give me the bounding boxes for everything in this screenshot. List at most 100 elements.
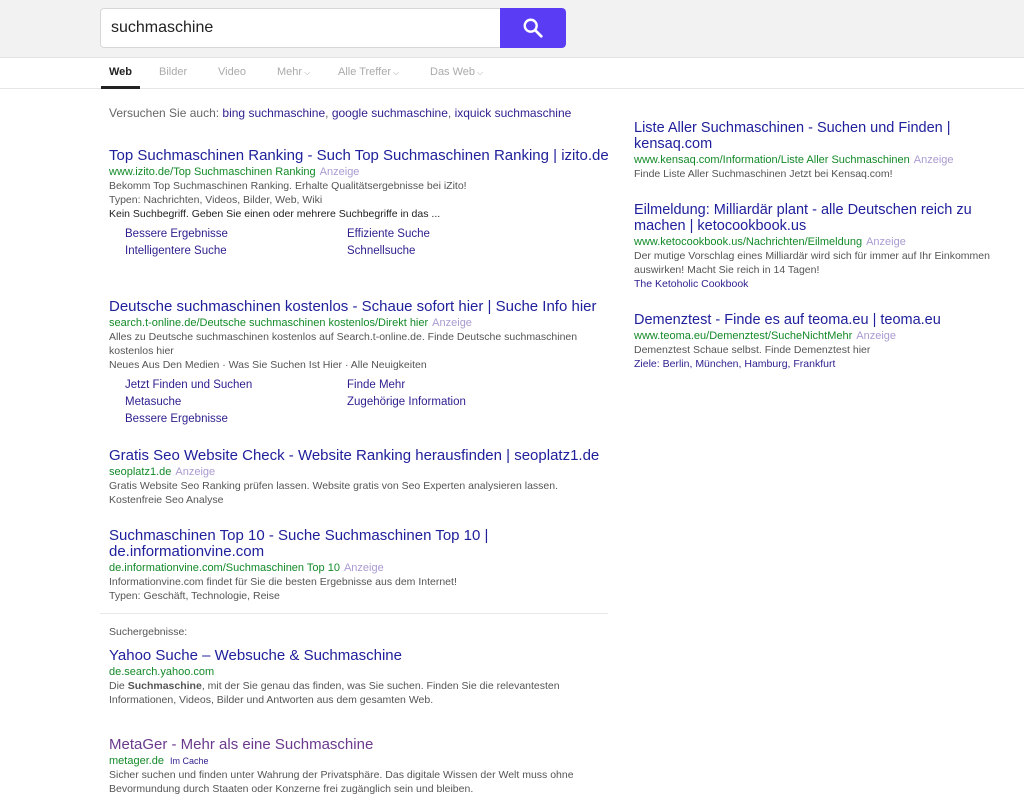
search-box — [100, 8, 566, 48]
ad-result: Top Suchmaschinen Ranking - Such Top Suc… — [109, 148, 609, 258]
sitelinks: Bessere Ergebnisse Effiziente Suche Inte… — [125, 227, 609, 258]
result-url: www.izito.de/Top Suchmaschinen Ranking An… — [109, 165, 609, 179]
result-url: metager.de Im Cache — [109, 754, 609, 768]
result-description: Bekomm Top Suchmaschinen Ranking. Erhalt… — [109, 180, 467, 192]
sub-links-label: Ziele: — [634, 358, 660, 370]
result-url: www.kensaq.com/Information/Liste Aller S… — [634, 153, 1004, 167]
ad-badge: Anzeige — [175, 466, 216, 478]
result-title-link[interactable]: Suchmaschinen Top 10 - Suche Suchmaschin… — [109, 528, 609, 560]
sitelink[interactable]: Bessere Ergebnisse — [125, 412, 347, 426]
ad-badge: Anzeige — [866, 236, 906, 248]
desc-highlight: Suchmaschine — [127, 680, 202, 692]
cache-link[interactable]: Im Cache — [170, 756, 209, 766]
sitelink[interactable]: Zugehörige Information — [347, 395, 569, 409]
result-title-link[interactable]: Eilmeldung: Milliardär plant - alle Deut… — [634, 202, 1004, 234]
desc-text: Die — [109, 680, 128, 692]
divider — [100, 613, 608, 614]
tab-web[interactable]: Web — [100, 58, 141, 89]
result-url: www.teoma.eu/Demenztest/SucheNichtMehr An… — [634, 329, 1004, 343]
result-title-link[interactable]: Liste Aller Suchmaschinen - Suchen und F… — [634, 120, 1004, 152]
ad-badge: Anzeige — [319, 166, 360, 178]
result-title-link[interactable]: Gratis Seo Website Check - Website Ranki… — [109, 448, 609, 464]
ad-badge: Anzeige — [343, 562, 384, 574]
sub-link[interactable]: Hamburg — [744, 358, 787, 370]
result-url-text: www.ketocookbook.us/Nachrichten/Eilmeldu… — [634, 236, 863, 248]
sub-link[interactable]: The Ketoholic Cookbook — [634, 277, 1004, 291]
sitelink[interactable]: Effiziente Suche — [347, 227, 569, 241]
search-button[interactable] — [500, 8, 566, 48]
sitelink[interactable]: Bessere Ergebnisse — [125, 227, 347, 241]
sitelink[interactable]: Schnellsuche — [347, 244, 569, 258]
ad-result: Suchmaschinen Top 10 - Suche Suchmaschin… — [109, 528, 609, 603]
result-url-text: de.informationvine.com/Suchmaschinen Top… — [109, 562, 340, 574]
sitelink[interactable]: Metasuche — [125, 395, 347, 409]
ad-badge: Anzeige — [913, 154, 954, 166]
result-title-link[interactable]: Yahoo Suche – Websuche & Suchmaschine — [109, 648, 609, 664]
sidebar-ad: Demenztest - Finde es auf teoma.eu | teo… — [634, 312, 1004, 371]
ad-badge: Anzeige — [856, 330, 897, 342]
result-url-text: www.kensaq.com/Information/Liste Aller S… — [634, 154, 910, 166]
result-description: Demenztest Schaue selbst. Finde Demenzte… — [634, 344, 871, 356]
tab-das-web[interactable]: Das Web ⌵ — [430, 58, 483, 89]
related-searches: Versuchen Sie auch: bing suchmaschine, g… — [109, 106, 572, 120]
result-url: de.informationvine.com/Suchmaschinen Top… — [109, 561, 609, 575]
result-description: Finde Liste Aller Suchmaschinen Jetzt be… — [634, 168, 893, 180]
result-description: Typen: Geschäft, Technologie, Reise — [109, 590, 280, 602]
result-description: Der mutige Vorschlag eines Milliardär wi… — [634, 250, 990, 276]
search-input[interactable] — [100, 8, 500, 48]
sitelink[interactable]: Finde Mehr — [347, 378, 569, 392]
tab-mehr[interactable]: Mehr ⌵ — [277, 58, 310, 89]
related-search-link[interactable]: bing suchmaschine — [222, 106, 325, 120]
organic-result: Yahoo Suche – Websuche & Suchmaschine de… — [109, 648, 609, 707]
result-description: Alles zu Deutsche suchmaschinen kostenlo… — [109, 331, 578, 357]
result-title-link[interactable]: MetaGer - Mehr als eine Suchmaschine — [109, 737, 609, 753]
result-description: Informationvine.com findet für Sie die b… — [109, 576, 457, 588]
result-url-text: www.izito.de/Top Suchmaschinen Ranking — [109, 166, 316, 178]
search-header — [0, 0, 1024, 58]
sidebar-ad: Liste Aller Suchmaschinen - Suchen und F… — [634, 120, 1004, 181]
result-url-text: seoplatz1.de — [109, 466, 172, 478]
ad-result: Gratis Seo Website Check - Website Ranki… — [109, 448, 609, 507]
sitelink[interactable]: Intelligentere Suche — [125, 244, 347, 258]
sub-link[interactable]: Berlin — [663, 358, 690, 370]
chevron-down-icon: ⌵ — [304, 68, 311, 77]
tab-alle-treffer[interactable]: Alle Treffer ⌵ — [338, 58, 399, 89]
tab-mehr-label: Mehr — [277, 66, 303, 78]
result-url-text: search.t-online.de/Deutsche suchmaschine… — [109, 317, 429, 329]
sitelinks: Jetzt Finden und Suchen Finde Mehr Metas… — [125, 378, 609, 426]
result-description: Typen: Nachrichten, Videos, Bilder, Web,… — [109, 194, 323, 206]
result-url-text: metager.de — [109, 755, 165, 767]
tab-bilder[interactable]: Bilder — [159, 58, 187, 89]
sub-link[interactable]: München — [695, 358, 738, 370]
result-url: www.ketocookbook.us/Nachrichten/Eilmeldu… — [634, 235, 1004, 249]
tab-alle-treffer-label: Alle Treffer — [338, 66, 391, 78]
organic-result: MetaGer - Mehr als eine Suchmaschine met… — [109, 737, 609, 796]
result-description: Neues Aus Den Medien · Was Sie Suchen Is… — [109, 359, 427, 371]
result-url-text: www.teoma.eu/Demenztest/SucheNichtMehr — [634, 330, 853, 342]
result-description: Die Suchmaschine, mit der Sie genau das … — [109, 679, 609, 707]
ad-result: Deutsche suchmaschinen kostenlos - Schau… — [109, 299, 609, 426]
chevron-down-icon: ⌵ — [477, 68, 484, 77]
result-url: search.t-online.de/Deutsche suchmaschine… — [109, 316, 609, 330]
search-icon — [523, 18, 543, 38]
result-title-link[interactable]: Demenztest - Finde es auf teoma.eu | teo… — [634, 312, 1004, 328]
sidebar-ad: Eilmeldung: Milliardär plant - alle Deut… — [634, 202, 1004, 291]
tab-das-web-label: Das Web — [430, 66, 476, 78]
result-url: de.search.yahoo.com — [109, 666, 215, 678]
ad-badge: Anzeige — [432, 317, 472, 329]
related-search-link[interactable]: ixquick suchmaschine — [455, 106, 572, 120]
related-search-link[interactable]: google suchmaschine — [332, 106, 448, 120]
sitelink[interactable]: Jetzt Finden und Suchen — [125, 378, 347, 392]
sub-links: Ziele: Berlin, München, Hamburg, Frankfu… — [634, 358, 836, 370]
tab-video[interactable]: Video — [218, 58, 246, 89]
result-description: Gratis Website Seo Ranking prüfen lassen… — [109, 480, 559, 506]
search-tabs: Web Bilder Video Mehr ⌵ Alle Treffer ⌵ Das… — [0, 58, 1024, 89]
organic-results-label: Suchergebnisse: — [109, 626, 188, 638]
result-description: Sicher suchen und finden unter Wahrung d… — [109, 769, 574, 795]
result-url: seoplatz1.de Anzeige — [109, 465, 609, 479]
related-searches-label: Versuchen Sie auch: — [109, 106, 220, 120]
sub-link[interactable]: Frankfurt — [793, 358, 835, 370]
result-note: Kein Suchbegriff. Geben Sie einen oder m… — [109, 208, 441, 220]
result-title-link[interactable]: Top Suchmaschinen Ranking - Such Top Suc… — [109, 148, 609, 164]
result-title-link[interactable]: Deutsche suchmaschinen kostenlos - Schau… — [109, 299, 609, 315]
